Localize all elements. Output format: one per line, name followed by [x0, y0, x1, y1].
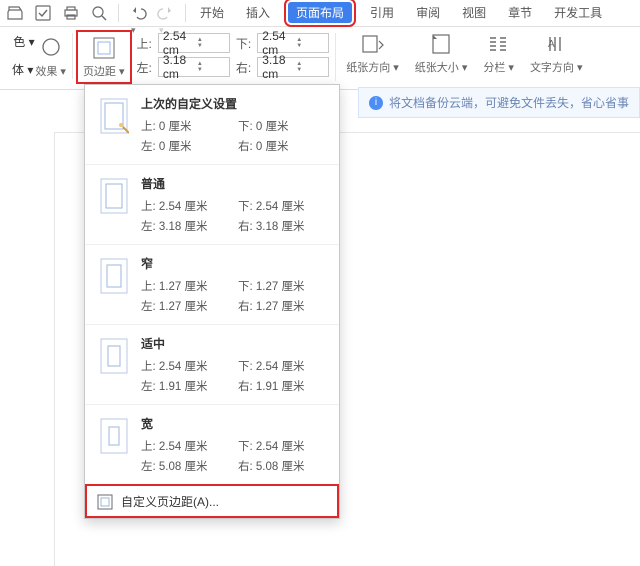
menu-tab-3[interactable]: 引用	[366, 2, 398, 23]
font-color-button[interactable]: 色 ▾	[13, 33, 34, 61]
margins-icon	[91, 35, 117, 61]
ribbon-columns[interactable]: 分栏 ▾	[483, 33, 514, 75]
margins-preset-0[interactable]: 上次的自定义设置上: 0 厘米下: 0 厘米左: 0 厘米右: 0 厘米	[85, 85, 339, 164]
preset-icon	[97, 95, 131, 137]
margins-preset-3[interactable]: 适中上: 2.54 厘米下: 2.54 厘米左: 1.91 厘米右: 1.91 …	[85, 324, 339, 404]
spin-icon[interactable]: ▲▼	[197, 37, 227, 49]
svg-text:A: A	[548, 39, 555, 50]
label-right: 右:	[236, 59, 251, 76]
ribbon-orientation[interactable]: 纸张方向 ▾	[346, 33, 399, 75]
save-icon[interactable]	[34, 4, 52, 22]
ribbon: 色 ▾ 体 ▾ 效果 ▾ 页边距 ▾ 上: 2.54 cm▲▼ 下: 2.54 …	[0, 27, 640, 90]
cloud-backup-tip[interactable]: i 将文档备份云端，可避免文件丢失，省心省事	[358, 87, 640, 118]
menu-tab-5[interactable]: 视图	[458, 2, 490, 23]
ribbon-right: 纸张方向 ▾ 纸张大小 ▾ 分栏 ▾ A文字方向 ▾	[346, 33, 582, 75]
separator	[118, 4, 119, 22]
text-direction-icon: A	[543, 33, 569, 55]
shape-icon[interactable]	[37, 33, 65, 61]
input-right[interactable]: 3.18 cm▲▼	[257, 57, 329, 77]
print-icon[interactable]	[62, 4, 80, 22]
menu-tabs: 开始插入页面布局引用审阅视图章节开发工具	[196, 2, 606, 23]
redo-icon[interactable]: ▾	[157, 4, 175, 22]
info-icon: i	[369, 96, 383, 110]
margins-label: 页边距 ▾	[83, 63, 125, 79]
spin-icon[interactable]: ▲▼	[296, 37, 326, 49]
orientation-icon	[359, 33, 385, 55]
font-group: 色 ▾ 体 ▾ 效果 ▾	[6, 33, 73, 79]
preset-icon	[97, 415, 131, 457]
input-top[interactable]: 2.54 cm▲▼	[158, 33, 230, 53]
menu-tab-0[interactable]: 开始	[196, 2, 228, 23]
menu-tab-6[interactable]: 章节	[504, 2, 536, 23]
label-bottom: 下:	[236, 35, 251, 52]
margins-preset-1[interactable]: 普通上: 2.54 厘米下: 2.54 厘米左: 3.18 厘米右: 3.18 …	[85, 164, 339, 244]
margins-preset-4[interactable]: 宽上: 2.54 厘米下: 2.54 厘米左: 5.08 厘米右: 5.08 厘…	[85, 404, 339, 484]
size-icon	[428, 33, 454, 55]
input-left[interactable]: 3.18 cm▲▼	[158, 57, 230, 77]
columns-icon	[486, 33, 512, 55]
menu-tab-7[interactable]: 开发工具	[550, 2, 606, 23]
menu-tab-1[interactable]: 插入	[242, 2, 274, 23]
margins-preset-2[interactable]: 窄上: 1.27 厘米下: 1.27 厘米左: 1.27 厘米右: 1.27 厘…	[85, 244, 339, 324]
preview-icon[interactable]	[90, 4, 108, 22]
margins-button[interactable]: 页边距 ▾	[79, 33, 129, 81]
spin-icon[interactable]: ▲▼	[296, 61, 326, 73]
preset-icon	[97, 335, 131, 377]
spin-icon[interactable]: ▲▼	[197, 61, 227, 73]
label-top: 上:	[137, 35, 152, 52]
margins-group: 页边距 ▾ 上: 2.54 cm▲▼ 下: 2.54 cm▲▼ 左: 3.18 …	[73, 33, 336, 81]
ribbon-text-direction[interactable]: A文字方向 ▾	[530, 33, 583, 75]
effect-button[interactable]: 效果 ▾	[35, 63, 66, 79]
label-left: 左:	[137, 59, 152, 76]
menu-tab-2[interactable]: 页面布局	[288, 2, 352, 23]
preset-icon	[97, 175, 131, 217]
margin-inputs: 上: 2.54 cm▲▼ 下: 2.54 cm▲▼ 左: 3.18 cm▲▼ 右…	[137, 33, 330, 77]
cloud-tip-text: 将文档备份云端，可避免文件丢失，省心省事	[389, 94, 629, 111]
custom-margins-icon	[97, 494, 113, 510]
separator	[185, 4, 186, 22]
custom-margins-button[interactable]: 自定义页边距(A)...	[85, 484, 339, 518]
undo-icon[interactable]: ▾	[129, 4, 147, 22]
menu-tab-4[interactable]: 审阅	[412, 2, 444, 23]
preset-icon	[97, 255, 131, 297]
margins-menu: 上次的自定义设置上: 0 厘米下: 0 厘米左: 0 厘米右: 0 厘米普通上:…	[84, 84, 340, 519]
input-bottom[interactable]: 2.54 cm▲▼	[257, 33, 329, 53]
font-style-button[interactable]: 体 ▾	[12, 61, 33, 79]
ribbon-size[interactable]: 纸张大小 ▾	[415, 33, 468, 75]
home-icon[interactable]	[6, 4, 24, 22]
